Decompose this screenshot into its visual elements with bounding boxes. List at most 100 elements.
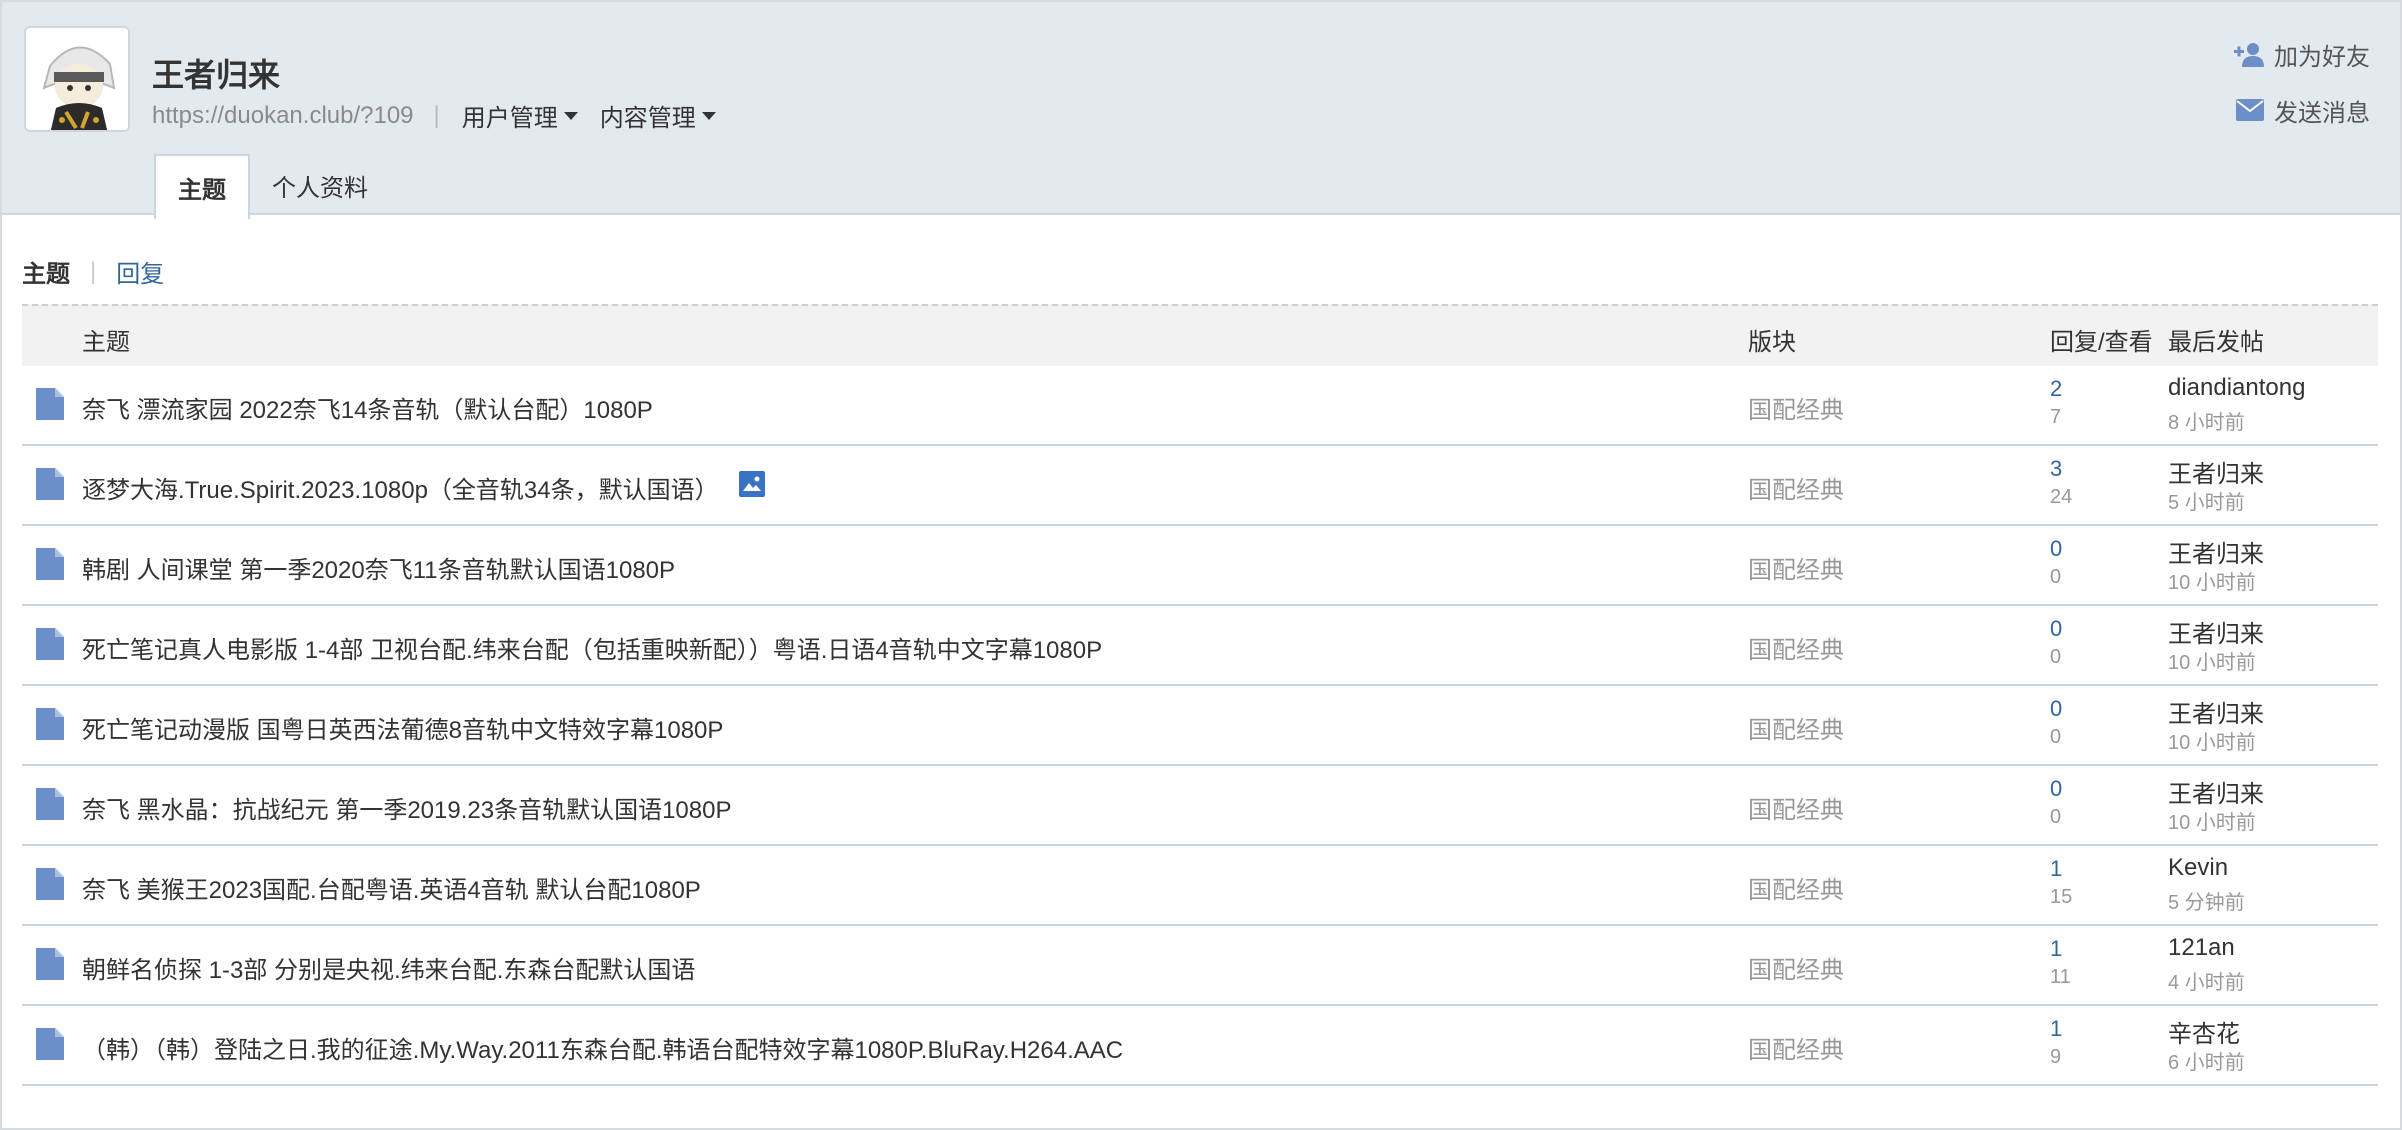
header-subject: 主题 — [82, 329, 130, 356]
topic-forum[interactable]: 国配经典 — [1748, 550, 1844, 585]
topic-views: 0 — [2050, 806, 2062, 828]
topic-forum[interactable]: 国配经典 — [1748, 390, 1844, 425]
topic-replies[interactable]: 2 — [2050, 376, 2062, 402]
menu-label: 用户管理 — [461, 105, 558, 132]
last-post-time: 10 小时前 — [2168, 572, 2256, 594]
last-post-time: 6 小时前 — [2168, 1052, 2245, 1074]
topic-title-text: 韩剧 人间课堂 第一季2020奈飞11条音轨默认国语1080P — [82, 557, 676, 584]
last-poster[interactable]: Kevin — [2168, 854, 2228, 882]
content-management-menu[interactable]: 内容管理 — [600, 98, 716, 133]
last-poster[interactable]: 121an — [2168, 934, 2235, 962]
table-header: 主题 版块 回复/查看 最后发帖 — [22, 304, 2378, 366]
last-post-time: 5 分钟前 — [2168, 892, 2245, 914]
topic-views: 7 — [2050, 406, 2062, 428]
table-row[interactable]: 奈飞 黑水晶：抗战纪元 第一季2019.23条音轨默认国语1080P 国配经典 0 0… — [22, 766, 2378, 846]
last-poster[interactable]: 王者归来 — [2168, 774, 2264, 809]
topic-forum[interactable]: 国配经典 — [1748, 950, 1844, 985]
table-row[interactable]: 逐梦大海.True.Spirit.2023.1080p（全音轨34条，默认国语）… — [22, 446, 2378, 526]
last-poster[interactable]: 王者归来 — [2168, 694, 2264, 729]
topic-replies[interactable]: 0 — [2050, 696, 2062, 722]
topic-replies[interactable]: 3 — [2050, 456, 2062, 482]
topic-title[interactable]: （韩）（韩）登陆之日.我的征途.My.Way.2011东森台配.韩语台配特效字幕… — [82, 1030, 1123, 1065]
table-body: 奈飞 漂流家园 2022奈飞14条音轨（默认台配）1080P 国配经典 2 7 dian… — [22, 366, 2378, 1086]
table-row[interactable]: （韩）（韩）登陆之日.我的征途.My.Way.2011东森台配.韩语台配特效字幕… — [22, 1006, 2378, 1086]
topic-forum[interactable]: 国配经典 — [1748, 790, 1844, 825]
topic-title-text: 奈飞 漂流家园 2022奈飞14条音轨（默认台配）1080P — [82, 397, 653, 424]
add-friend-label: 加为好友 — [2274, 43, 2370, 71]
last-post-time: 10 小时前 — [2168, 652, 2256, 674]
topic-views: 9 — [2050, 1046, 2062, 1068]
topic-title-text: 逐梦大海.True.Spirit.2023.1080p（全音轨34条，默认国语） — [82, 477, 719, 504]
username: 王者归来 — [152, 57, 281, 93]
send-message-button[interactable]: 发送消息 — [2234, 90, 2370, 130]
header-last-post: 最后发帖 — [2168, 329, 2264, 356]
topic-forum[interactable]: 国配经典 — [1748, 1030, 1844, 1065]
image-icon — [738, 471, 765, 504]
document-icon — [36, 868, 64, 905]
last-poster[interactable]: 王者归来 — [2168, 454, 2264, 489]
topic-title-text: 奈飞 黑水晶：抗战纪元 第一季2019.23条音轨默认国语1080P — [82, 797, 732, 824]
document-icon — [36, 788, 64, 825]
topic-title[interactable]: 奈飞 黑水晶：抗战纪元 第一季2019.23条音轨默认国语1080P — [82, 790, 732, 825]
profile-url[interactable]: https://duokan.club/?109 — [152, 102, 414, 130]
profile-subrow: https://duokan.club/?109 | 用户管理 内容管理 — [152, 98, 738, 133]
document-icon — [36, 548, 64, 585]
topic-title[interactable]: 死亡笔记真人电影版 1-4部 卫视台配.纬来台配（包括重映新配））粤语.日语4音… — [82, 630, 1102, 665]
menu-label: 内容管理 — [599, 105, 696, 132]
topic-forum[interactable]: 国配经典 — [1748, 710, 1844, 745]
topic-title-text: （韩）（韩）登陆之日.我的征途.My.Way.2011东森台配.韩语台配特效字幕… — [82, 1037, 1124, 1064]
topic-title[interactable]: 朝鲜名侦探 1-3部 分别是央视.纬来台配.东森台配默认国语 — [82, 950, 695, 985]
topic-title[interactable]: 逐梦大海.True.Spirit.2023.1080p（全音轨34条，默认国语） — [82, 470, 765, 505]
topic-replies[interactable]: 0 — [2050, 616, 2062, 642]
last-poster[interactable]: 王者归来 — [2168, 614, 2264, 649]
last-poster[interactable]: 王者归来 — [2168, 534, 2264, 569]
table-row[interactable]: 奈飞 美猴王2023国配.台配粤语.英语4音轨 默认台配1080P 国配经典 1 15… — [22, 846, 2378, 926]
topic-replies[interactable]: 1 — [2050, 936, 2062, 962]
topic-title[interactable]: 奈飞 美猴王2023国配.台配粤语.英语4音轨 默认台配1080P — [82, 870, 701, 905]
topic-title[interactable]: 韩剧 人间课堂 第一季2020奈飞11条音轨默认国语1080P — [82, 550, 675, 585]
topic-replies[interactable]: 1 — [2050, 1016, 2062, 1042]
topic-replies[interactable]: 0 — [2050, 776, 2062, 802]
avatar[interactable] — [24, 26, 130, 132]
add-user-icon — [2234, 43, 2264, 67]
last-poster[interactable]: 辛杏花 — [2168, 1014, 2240, 1049]
subnav: 主题 | 回复 — [22, 254, 164, 289]
table-row[interactable]: 朝鲜名侦探 1-3部 分别是央视.纬来台配.东森台配默认国语 国配经典 1 11 121… — [22, 926, 2378, 1006]
topic-views: 24 — [2050, 486, 2073, 508]
table-row[interactable]: 奈飞 漂流家园 2022奈飞14条音轨（默认台配）1080P 国配经典 2 7 dian… — [22, 366, 2378, 446]
envelope-icon — [2236, 99, 2264, 121]
topic-views: 0 — [2050, 566, 2062, 588]
topic-replies[interactable]: 1 — [2050, 856, 2062, 882]
topic-title-text: 死亡笔记真人电影版 1-4部 卫视台配.纬来台配（包括重映新配））粤语.日语4音… — [82, 637, 1103, 664]
topic-forum[interactable]: 国配经典 — [1748, 630, 1844, 665]
table-row[interactable]: 死亡笔记真人电影版 1-4部 卫视台配.纬来台配（包括重映新配））粤语.日语4音… — [22, 606, 2378, 686]
table-row[interactable]: 死亡笔记动漫版 国粤日英西法葡德8音轨中文特效字幕1080P 国配经典 0 0 王者归来… — [22, 686, 2378, 766]
topic-views: 15 — [2050, 886, 2073, 908]
header-replies-views: 回复/查看 — [2050, 329, 2153, 356]
topic-forum[interactable]: 国配经典 — [1748, 870, 1844, 905]
document-icon — [36, 628, 64, 665]
topic-replies[interactable]: 0 — [2050, 536, 2062, 562]
document-icon — [36, 708, 64, 745]
profile-actions: 加为好友 发送消息 — [2234, 34, 2370, 146]
tab-topics[interactable]: 主题 — [154, 154, 250, 219]
subnav-replies[interactable]: 回复 — [116, 254, 164, 289]
last-poster[interactable]: diandiantong — [2168, 374, 2305, 402]
last-post-time: 5 小时前 — [2168, 492, 2245, 514]
last-post-time: 8 小时前 — [2168, 412, 2245, 434]
topic-title[interactable]: 奈飞 漂流家园 2022奈飞14条音轨（默认台配）1080P — [82, 390, 653, 425]
profile-header: 王者归来 https://duokan.club/?109 | 用户管理 内容管… — [2, 2, 2400, 219]
caret-down-icon — [701, 111, 716, 120]
topic-forum[interactable]: 国配经典 — [1748, 470, 1844, 505]
topic-title-text: 死亡笔记动漫版 国粤日英西法葡德8音轨中文特效字幕1080P — [82, 717, 724, 744]
add-friend-button[interactable]: 加为好友 — [2234, 34, 2370, 74]
topic-views: 11 — [2050, 966, 2071, 988]
topics-table: 主题 版块 回复/查看 最后发帖 奈飞 漂流家园 2022奈飞14条音轨（默认台… — [22, 304, 2378, 1086]
tab-profile[interactable]: 个人资料 — [250, 154, 390, 217]
topic-title[interactable]: 死亡笔记动漫版 国粤日英西法葡德8音轨中文特效字幕1080P — [82, 710, 723, 745]
divider: | — [90, 257, 97, 285]
user-management-menu[interactable]: 用户管理 — [462, 98, 578, 133]
table-row[interactable]: 韩剧 人间课堂 第一季2020奈飞11条音轨默认国语1080P 国配经典 0 0 王者归… — [22, 526, 2378, 606]
topic-views: 0 — [2050, 726, 2062, 748]
subnav-topics[interactable]: 主题 — [22, 254, 70, 289]
